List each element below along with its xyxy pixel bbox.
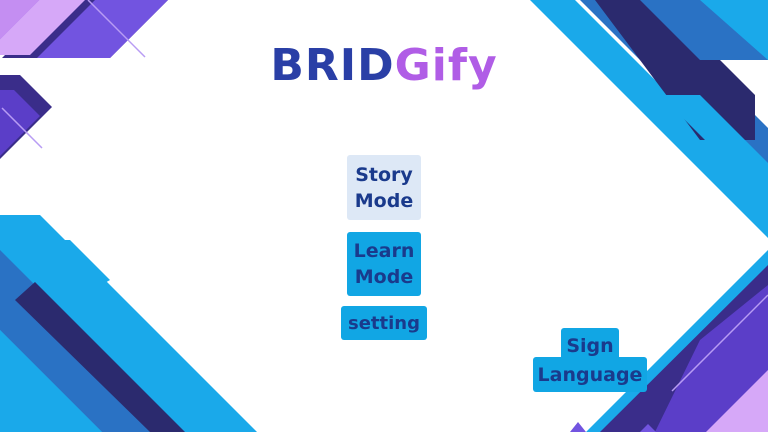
sign-language-label-line2: Language	[537, 364, 643, 386]
learn-mode-label-line2: Mode	[354, 266, 414, 288]
story-mode-label-line2: Mode	[354, 189, 414, 212]
story-mode-label-line1: Story	[355, 163, 413, 186]
learn-mode-label-line1: Learn	[353, 240, 415, 262]
app-logo: BRIDGify	[0, 36, 768, 96]
story-mode-button[interactable]: Story Mode	[347, 155, 421, 220]
sign-language-button[interactable]: Sign Language	[533, 332, 647, 390]
logo-text-gify: Gify	[394, 40, 498, 91]
bottom-left-stripes	[0, 215, 257, 432]
logo-text-brid: BRID	[270, 40, 395, 91]
setting-button[interactable]: setting	[341, 306, 427, 340]
sign-language-label-line1: Sign	[566, 335, 614, 357]
learn-mode-button[interactable]: Learn Mode	[347, 232, 421, 296]
setting-label: setting	[348, 312, 420, 334]
